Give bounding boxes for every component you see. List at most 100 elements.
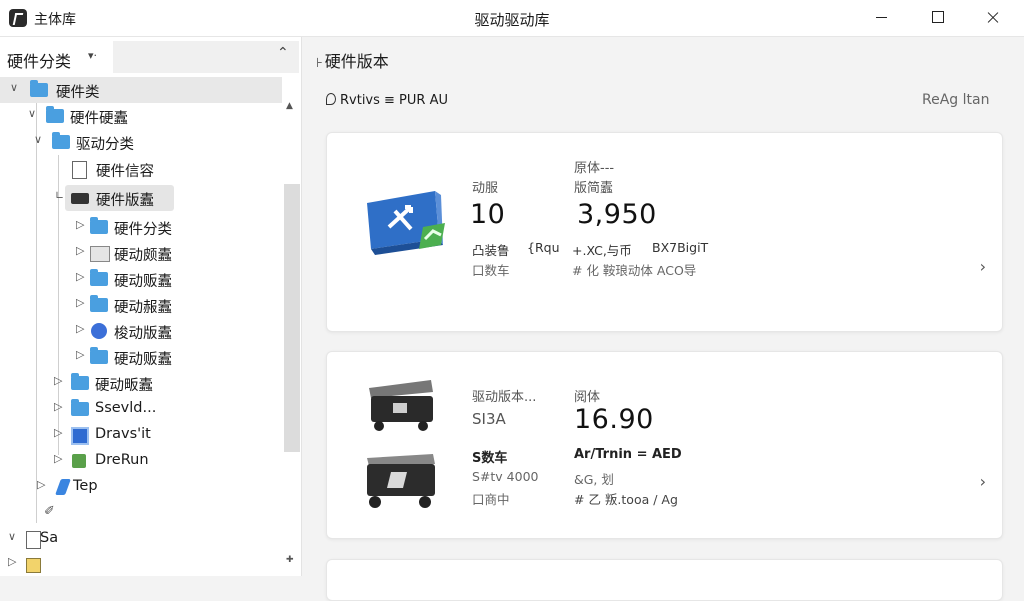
tree-node[interactable]: 硬件信容 — [0, 156, 282, 182]
driver-card[interactable] — [326, 559, 1003, 601]
card-value: 10 — [470, 199, 506, 230]
folder-icon — [90, 217, 108, 234]
expand-chevron-icon[interactable]: ∟ — [55, 189, 64, 202]
card-detail: S数车 — [472, 451, 508, 466]
driver-card[interactable]: 动服 10 原体--- 版简蠹 3,950 凸装鲁 {Rqu +.XC,与币 B… — [326, 132, 1003, 332]
square-app-icon — [71, 427, 89, 445]
driver-card[interactable]: 驱动版本... SI3A 阅体 16.90 S数车 Ar/Trnin = AED… — [326, 351, 1003, 539]
tree-node-label: Ssevld... — [95, 400, 157, 416]
sidebar-title: 硬件分类 — [7, 52, 72, 71]
expand-chevron-icon[interactable]: ▷ — [54, 400, 62, 413]
tree-node[interactable]: ✐ — [0, 500, 282, 526]
expand-chevron-icon[interactable]: ▷ — [54, 374, 62, 387]
tree-node[interactable]: ▷ 梭动版蠹 — [0, 318, 282, 344]
folder-icon — [90, 295, 108, 312]
tree-node[interactable]: ▷ Dravs'it — [0, 422, 282, 448]
document-icon — [26, 531, 41, 549]
image-icon — [26, 558, 41, 573]
expand-chevron-icon[interactable]: ▷ — [76, 244, 84, 257]
tree-node-label: 驱动分类 — [76, 137, 134, 153]
expand-chevron-icon[interactable]: ▷ — [76, 270, 84, 283]
card-label: 版简蠹 — [574, 181, 614, 196]
network-adapter-icon — [367, 191, 445, 255]
tree-node[interactable]: ∨ 硬件硬蠹 — [0, 103, 282, 129]
expand-chevron-icon[interactable]: ▷ — [54, 452, 62, 465]
card-label: 原体--- — [574, 161, 615, 176]
expand-chevron-icon[interactable]: ▷ — [8, 555, 16, 568]
card-detail: {Rqu — [527, 240, 560, 255]
device-icon — [367, 454, 435, 508]
tree-node[interactable]: ▷ Tep — [0, 474, 282, 500]
folder-outline-icon — [90, 246, 110, 262]
expand-chevron-icon[interactable]: ∨ — [34, 133, 42, 146]
tree-node[interactable]: ∨ 驱动分类 — [0, 129, 282, 155]
card-label: 驱动版本... — [472, 390, 537, 405]
scrollbar-thumb[interactable] — [284, 184, 300, 452]
tree-node-label: 硬件类 — [56, 85, 100, 101]
tree-node-label: 硬件硬蠹 — [70, 111, 128, 127]
expand-chevron-icon[interactable]: ∨ — [8, 530, 16, 543]
card-value: SI3A — [472, 410, 506, 428]
tree-node[interactable]: ∨ 硬件类 — [0, 77, 282, 103]
section-caret-icon: ⊦ — [316, 56, 323, 71]
tree-node-label: 硬动畈蠹 — [95, 378, 153, 394]
card-detail: +.XC,与币 — [572, 243, 632, 258]
expand-chevron-icon[interactable]: ▷ — [76, 296, 84, 309]
card-detail: BX7BigiT — [652, 240, 709, 255]
expand-chevron-icon[interactable]: ∨ — [28, 107, 36, 120]
card-detail: # 乙 叛.tooa / Ag — [574, 492, 678, 507]
collapse-chevron-icon[interactable]: ⌃ — [277, 45, 289, 61]
expand-chevron-icon[interactable]: ∨ — [10, 81, 18, 94]
card-detail: S#tv 4000 — [472, 469, 539, 484]
tree-node[interactable]: ▷ Ssevld... — [0, 396, 282, 422]
close-button[interactable] — [970, 0, 1016, 36]
document-icon — [72, 161, 87, 179]
tree-node[interactable]: ▷ 硬动颇蠹 — [0, 240, 282, 266]
title-bar: 主体库 驱动驱动库 — [0, 0, 1024, 37]
folder-icon — [90, 269, 108, 286]
filter-chevron-icon[interactable]: ▾· — [88, 49, 97, 62]
scroll-down-arrow-icon[interactable]: ✚ — [286, 555, 294, 565]
minimize-button[interactable] — [858, 0, 904, 36]
tree-node-label: 硬动赧蠹 — [114, 300, 172, 316]
folder-icon — [46, 106, 64, 123]
expand-chevron-icon[interactable]: ▷ — [76, 218, 84, 231]
tree-node-label: Tep — [73, 478, 98, 494]
tool-icon — [55, 479, 71, 495]
card-label: 动服 — [472, 181, 499, 196]
tree-node-label: 硬动贩蠹 — [114, 274, 172, 290]
tree-node[interactable]: ▷ 硬动赧蠹 — [0, 292, 282, 318]
tree-node[interactable]: ▷ — [0, 551, 282, 576]
card-detail: # 化 鞍琅动体 ACO导 — [572, 263, 697, 278]
expand-chevron-icon[interactable]: ▷ — [76, 322, 84, 335]
path-text: Rvtivs ≡ PUR AU — [340, 93, 448, 108]
card-detail: 口商中 — [472, 492, 510, 507]
chevron-right-icon[interactable]: › — [980, 472, 986, 491]
tree-node-label: 硬件版蠹 — [96, 193, 154, 209]
maximize-button[interactable] — [914, 0, 960, 36]
package-icon — [72, 454, 86, 468]
folder-icon — [30, 80, 48, 97]
folder-icon — [71, 399, 89, 416]
card-detail: &G, 划 — [574, 472, 614, 487]
tree-node-label: 梭动版蠹 — [114, 326, 172, 342]
chevron-right-icon[interactable]: › — [980, 257, 986, 276]
scroll-up-arrow-icon[interactable]: ▲ — [286, 101, 293, 111]
tree-node[interactable]: ▷ 硬动贩蠹 — [0, 266, 282, 292]
card-label: 阅体 — [574, 390, 601, 405]
app-logo-icon — [9, 9, 27, 27]
expand-chevron-icon[interactable]: ▷ — [76, 348, 84, 361]
tree-node[interactable]: ∨ Sa — [0, 526, 282, 552]
app-name: 主体库 — [34, 12, 76, 28]
tree-node[interactable]: ▷ 硬动贩蠹 — [0, 344, 282, 370]
tree-node-selected[interactable]: ∟ 硬件版蠹 — [0, 185, 282, 211]
tree-node[interactable]: ▷ DreRun — [0, 448, 282, 474]
tree-node[interactable]: ▷ 硬动畈蠹 — [0, 370, 282, 396]
expand-chevron-icon[interactable]: ▷ — [37, 478, 45, 491]
action-link[interactable]: ReAg ltan — [922, 92, 989, 108]
tree-node-label: 硬动颇蠹 — [114, 248, 172, 264]
expand-chevron-icon[interactable]: ▷ — [54, 426, 62, 439]
card-detail: 凸装鲁 — [472, 243, 510, 258]
tree-node[interactable]: ▷ 硬件分类 — [0, 214, 282, 240]
folder-icon — [52, 132, 70, 149]
